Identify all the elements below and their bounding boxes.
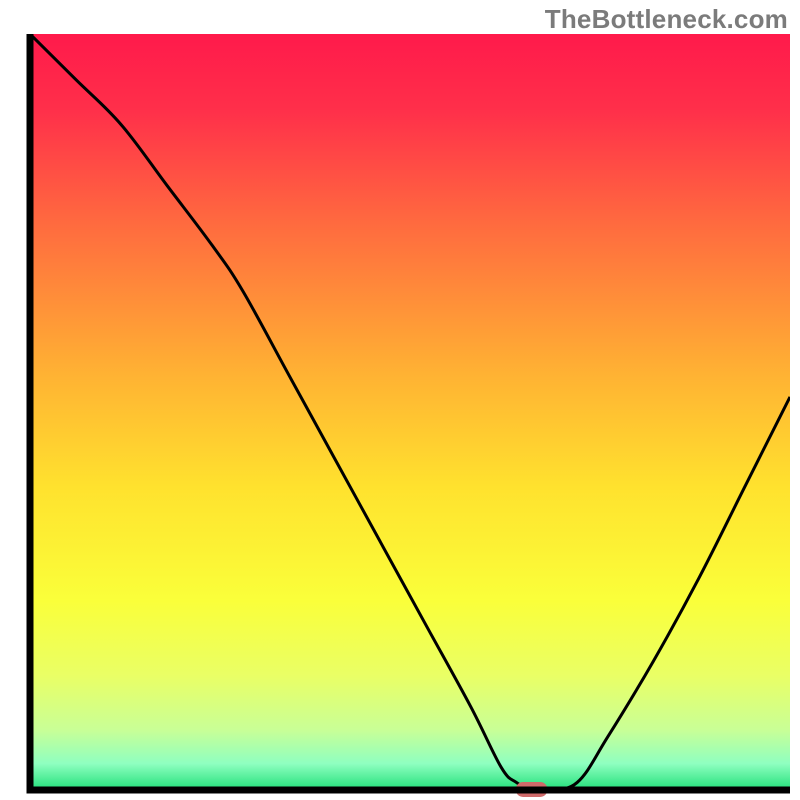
watermark-text: TheBottleneck.com <box>545 4 788 35</box>
chart-svg <box>0 0 800 800</box>
chart-canvas: TheBottleneck.com <box>0 0 800 800</box>
gradient-background <box>30 34 790 790</box>
